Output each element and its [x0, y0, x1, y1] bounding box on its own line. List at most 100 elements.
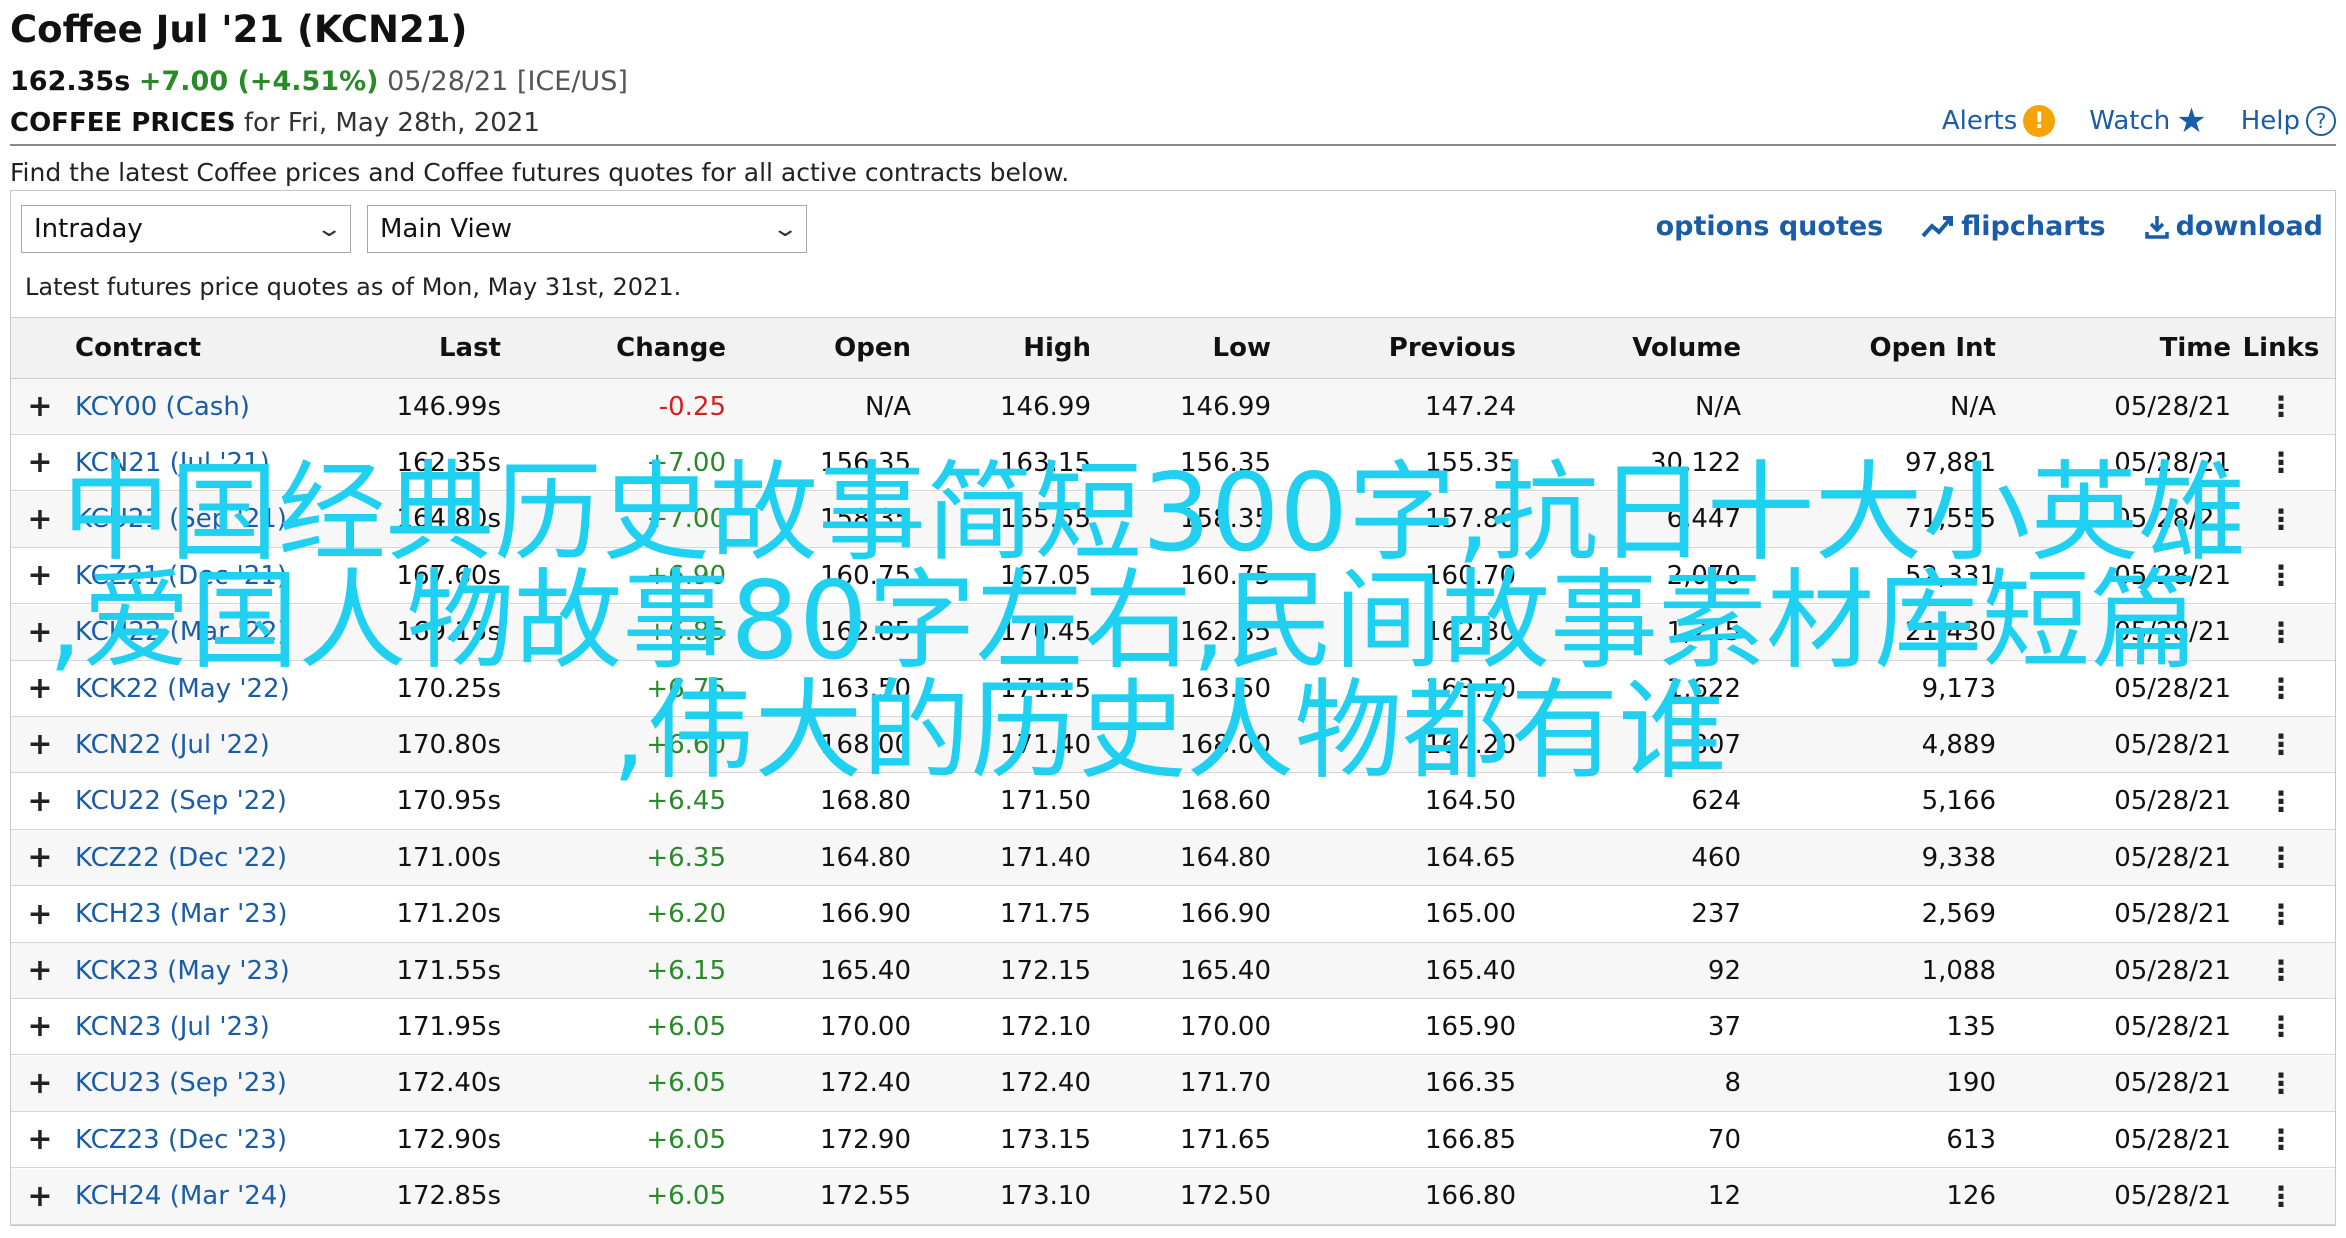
last-cell: 171.55s — [396, 955, 501, 986]
view-select[interactable]: Main View ⌄ — [367, 205, 807, 253]
contract-link[interactable]: KCH22 (Mar '22) — [75, 605, 375, 660]
volume-cell: 460 — [1691, 842, 1741, 873]
contract-link[interactable]: KCK23 (May '23) — [75, 943, 375, 998]
time-cell: 05/28/21 — [2114, 447, 2231, 478]
open-cell: 160.75 — [820, 560, 911, 591]
open-cell: 158.35 — [820, 504, 911, 535]
contract-link[interactable]: KCN21 (Jul '21) — [75, 435, 375, 490]
previous-cell: 165.90 — [1425, 1011, 1516, 1042]
period-select-value: Intraday — [34, 214, 143, 244]
col-time[interactable]: Time — [2031, 318, 2231, 378]
table-header: Contract Last Change Open High Low Previ… — [11, 317, 2335, 379]
contract-link[interactable]: KCH23 (Mar '23) — [75, 887, 375, 942]
more-options-icon[interactable]: ⋮ — [2241, 1169, 2321, 1224]
open-cell: 168.00 — [820, 729, 911, 760]
more-options-icon[interactable]: ⋮ — [2241, 492, 2321, 547]
more-options-icon[interactable]: ⋮ — [2241, 717, 2321, 772]
table-row: + KCY00 (Cash) 146.99s -0.25 N/A 146.99 146.99… — [11, 379, 2335, 435]
low-cell: 171.70 — [1180, 1068, 1271, 1099]
help-label: Help — [2240, 106, 2300, 136]
contract-link[interactable]: KCU23 (Sep '23) — [75, 1056, 375, 1111]
table-row: + KCN21 (Jul '21) 162.35s +7.00 156.35 163.15… — [11, 435, 2335, 492]
open-int-cell: 52,331 — [1905, 560, 1996, 591]
download-label: download — [2175, 211, 2323, 242]
expand-icon[interactable]: + — [25, 830, 55, 885]
help-icon: ? — [2306, 106, 2336, 136]
options-quotes-link[interactable]: options quotes — [1656, 211, 1884, 242]
col-open[interactable]: Open — [771, 318, 911, 378]
expand-icon[interactable]: + — [25, 1056, 55, 1111]
col-high[interactable]: High — [951, 318, 1091, 378]
contract-link[interactable]: KCN22 (Jul '22) — [75, 717, 375, 772]
more-options-icon[interactable]: ⋮ — [2241, 774, 2321, 829]
download-link[interactable]: download — [2144, 211, 2323, 242]
contract-link[interactable]: KCZ22 (Dec '22) — [75, 830, 375, 885]
flipcharts-link[interactable]: flipcharts — [1921, 211, 2106, 242]
expand-icon[interactable]: + — [25, 1112, 55, 1167]
col-volume[interactable]: Volume — [1551, 318, 1741, 378]
expand-icon[interactable]: + — [25, 1169, 55, 1224]
more-options-icon[interactable]: ⋮ — [2241, 1112, 2321, 1167]
more-options-icon[interactable]: ⋮ — [2241, 1056, 2321, 1111]
expand-icon[interactable]: + — [25, 717, 55, 772]
high-cell: 172.15 — [1000, 955, 1091, 986]
more-options-icon[interactable]: ⋮ — [2241, 830, 2321, 885]
col-open-int[interactable]: Open Int — [1771, 318, 1996, 378]
subtitle-label: COFFEE PRICES — [10, 108, 236, 138]
table-row: + KCU22 (Sep '22) 170.95s +6.45 168.80 171.50… — [11, 774, 2335, 830]
previous-cell: 166.80 — [1425, 1181, 1516, 1212]
contract-link[interactable]: KCH24 (Mar '24) — [75, 1169, 375, 1224]
more-options-icon[interactable]: ⋮ — [2241, 887, 2321, 942]
col-change[interactable]: Change — [571, 318, 726, 378]
expand-icon[interactable]: + — [25, 661, 55, 716]
expand-icon[interactable]: + — [25, 943, 55, 998]
col-previous[interactable]: Previous — [1311, 318, 1516, 378]
expand-icon[interactable]: + — [25, 887, 55, 942]
table-row: + KCZ21 (Dec '21) 167.60s +6.90 160.75 167.05… — [11, 548, 2335, 605]
more-options-icon[interactable]: ⋮ — [2241, 999, 2321, 1054]
alerts-link[interactable]: Alerts ! — [1942, 105, 2056, 137]
change-cell: +6.05 — [646, 1124, 726, 1155]
period-select[interactable]: Intraday ⌄ — [21, 205, 351, 253]
watch-label: Watch — [2089, 106, 2171, 136]
col-last[interactable]: Last — [371, 318, 501, 378]
low-cell: 162.85 — [1180, 617, 1271, 648]
contract-link[interactable]: KCY00 (Cash) — [75, 379, 375, 434]
expand-icon[interactable]: + — [25, 774, 55, 829]
more-options-icon[interactable]: ⋮ — [2241, 661, 2321, 716]
contract-link[interactable]: KCZ21 (Dec '21) — [75, 548, 375, 603]
col-low[interactable]: Low — [1131, 318, 1271, 378]
alert-icon: ! — [2023, 105, 2056, 137]
contract-link[interactable]: KCN23 (Jul '23) — [75, 999, 375, 1054]
more-options-icon[interactable]: ⋮ — [2241, 435, 2321, 490]
time-cell: 05/28/21 — [2114, 955, 2231, 986]
expand-icon[interactable]: + — [25, 492, 55, 547]
col-contract[interactable]: Contract — [75, 318, 375, 378]
open-int-cell: 9,338 — [1921, 842, 1996, 873]
contract-link[interactable]: KCK22 (May '22) — [75, 661, 375, 716]
expand-icon[interactable]: + — [25, 999, 55, 1054]
watch-link[interactable]: Watch ★ — [2089, 104, 2206, 138]
contract-link[interactable]: KCZ23 (Dec '23) — [75, 1112, 375, 1167]
contract-link[interactable]: KCU22 (Sep '22) — [75, 774, 375, 829]
more-options-icon[interactable]: ⋮ — [2241, 605, 2321, 660]
expand-icon[interactable]: + — [25, 379, 55, 434]
low-cell: 163.50 — [1180, 673, 1271, 704]
chevron-down-icon: ⌄ — [770, 216, 799, 242]
previous-cell: 166.85 — [1425, 1124, 1516, 1155]
change-cell: +6.05 — [646, 1068, 726, 1099]
high-cell: 171.15 — [1000, 673, 1091, 704]
last-cell: 172.85s — [396, 1181, 501, 1212]
open-int-cell: 190 — [1946, 1068, 1996, 1099]
more-options-icon[interactable]: ⋮ — [2241, 379, 2321, 434]
contract-link[interactable]: KCU21 (Sep '21) — [75, 492, 375, 547]
expand-icon[interactable]: + — [25, 435, 55, 490]
table-row: + KCZ23 (Dec '23) 172.90s +6.05 172.90 173.15… — [11, 1112, 2335, 1169]
help-link[interactable]: Help ? — [2241, 106, 2336, 136]
open-cell: 166.90 — [820, 899, 911, 930]
more-options-icon[interactable]: ⋮ — [2241, 548, 2321, 603]
more-options-icon[interactable]: ⋮ — [2241, 943, 2321, 998]
change-cell: +6.05 — [646, 1181, 726, 1212]
expand-icon[interactable]: + — [25, 605, 55, 660]
expand-icon[interactable]: + — [25, 548, 55, 603]
